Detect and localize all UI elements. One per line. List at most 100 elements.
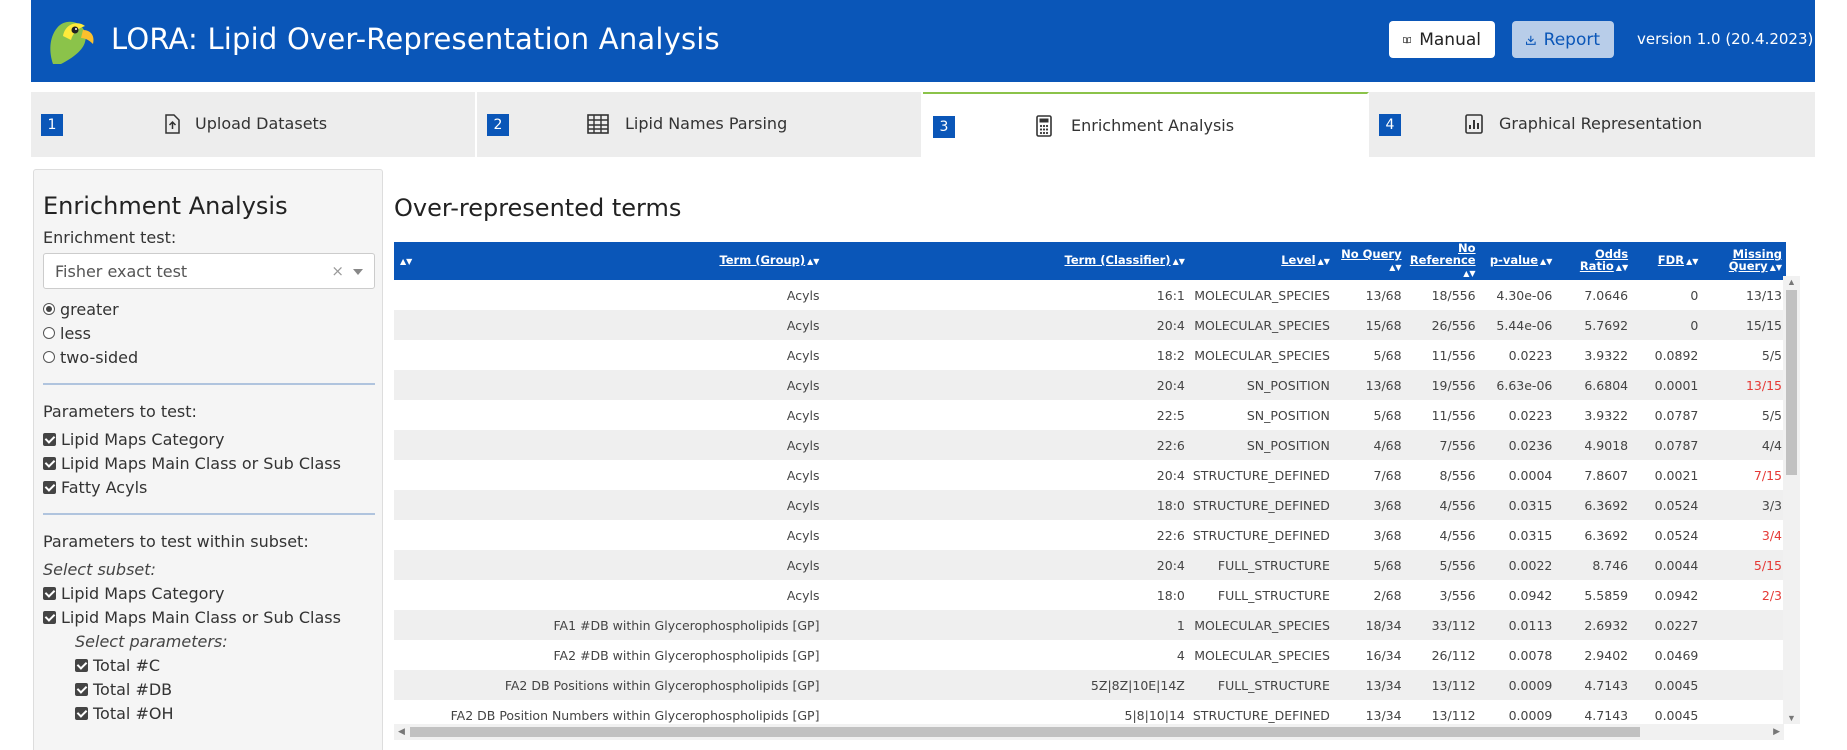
table-row[interactable]: Acyls 20:4 FULL_STRUCTURE 5/68 5/556 0.0022 8.… xyxy=(394,550,1786,580)
table-row[interactable]: Acyls 16:1 MOLECULAR_SPECIES 13/68 18/556 4.3… xyxy=(394,280,1786,310)
cell-term-group: Acyls xyxy=(786,317,820,333)
checkbox-checked-icon[interactable] xyxy=(75,706,88,720)
cell-missing-query: 3/3 xyxy=(1761,497,1782,513)
table-row[interactable]: Acyls 18:0 FULL_STRUCTURE 2/68 3/556 0.0942 5.… xyxy=(394,580,1786,610)
tab-label: Upload Datasets xyxy=(195,114,328,133)
col-header-no-query[interactable]: No Query▲▼ xyxy=(1334,242,1406,280)
col-header-p-value[interactable]: p-value ▲▼ xyxy=(1480,242,1557,280)
checkbox-checked-icon[interactable] xyxy=(75,658,88,672)
col-header-term-classifier[interactable]: Term (Classifier) ▲▼ xyxy=(823,242,1188,280)
checkbox-lipid-maps-class[interactable]: Lipid Maps Main Class or Sub Class xyxy=(43,451,373,475)
table-row[interactable]: Acyls 22:5 SN_POSITION 5/68 11/556 0.0223 3.93… xyxy=(394,400,1786,430)
sort-icon[interactable]: ▲▼ xyxy=(1540,256,1552,268)
tab-upload-datasets[interactable]: 1 Upload Datasets xyxy=(31,92,477,157)
cell-level: STRUCTURE_DEFINED xyxy=(1192,467,1330,483)
col-header-label: Term (Group) xyxy=(719,253,806,267)
cell-level: MOLECULAR_SPECIES xyxy=(1194,347,1330,363)
scrollbar-thumb[interactable] xyxy=(1786,290,1797,475)
cell-no-query: 5/68 xyxy=(1373,347,1402,363)
radio-icon[interactable] xyxy=(43,327,55,339)
cell-term-classifier: 20:4 xyxy=(1156,557,1185,573)
radio-two-sided[interactable]: two-sided xyxy=(43,345,373,369)
checkbox-checked-icon[interactable] xyxy=(43,456,56,470)
sort-icon[interactable]: ▲▼ xyxy=(1463,268,1475,280)
sort-icon[interactable]: ▲▼ xyxy=(1616,262,1628,274)
vertical-scrollbar[interactable]: ▲ ▼ xyxy=(1783,276,1800,724)
col-header-odds-ratio[interactable]: Odds Ratio ▲▼ xyxy=(1556,242,1632,280)
table-row[interactable]: Acyls 22:6 SN_POSITION 4/68 7/556 0.0236 4.901… xyxy=(394,430,1786,460)
scroll-left-icon[interactable]: ◀ xyxy=(398,726,405,737)
cell-no-query: 3/68 xyxy=(1373,527,1402,543)
cell-no-reference: 26/556 xyxy=(1431,317,1476,333)
sort-icon[interactable]: ▲▼ xyxy=(1318,256,1330,268)
cell-no-query: 15/68 xyxy=(1365,317,1402,333)
sort-icon[interactable]: ▲▼ xyxy=(1686,256,1698,268)
chevron-down-icon[interactable] xyxy=(353,269,363,275)
table-row[interactable]: FA2 #DB within Glycerophospholipids [GP]… xyxy=(394,640,1786,670)
checkbox-subset-class[interactable]: Lipid Maps Main Class or Sub Class xyxy=(43,605,373,629)
cell-p-value: 0.0236 xyxy=(1508,437,1553,453)
cell-odds-ratio: 6.6804 xyxy=(1584,377,1629,393)
checkbox-checked-icon[interactable] xyxy=(75,682,88,696)
col-header-missing-query[interactable]: Missing Query ▲▼ xyxy=(1702,242,1786,280)
table-row[interactable]: Acyls 18:0 STRUCTURE_DEFINED 3/68 4/556 0.031… xyxy=(394,490,1786,520)
sort-icon[interactable]: ▲▼ xyxy=(807,256,819,268)
table-row[interactable]: FA2 DB Positions within Glycerophospholi… xyxy=(394,670,1786,700)
sort-icon[interactable]: ▲▼ xyxy=(1173,256,1185,268)
checkbox-total-db[interactable]: Total #DB xyxy=(75,677,373,701)
cell-level: SN_POSITION xyxy=(1246,407,1330,423)
tab-number: 2 xyxy=(487,114,509,136)
cell-p-value: 0.0223 xyxy=(1508,407,1553,423)
radio-less[interactable]: less xyxy=(43,321,373,345)
tab-lipid-names-parsing[interactable]: 2 Lipid Names Parsing xyxy=(477,92,923,157)
tab-enrichment-analysis[interactable]: 3 Enrichment Analysis xyxy=(923,92,1369,157)
scroll-down-icon[interactable]: ▼ xyxy=(1787,713,1796,723)
enrichment-test-select[interactable]: Fisher exact test × xyxy=(43,253,375,289)
table-row[interactable]: FA1 #DB within Glycerophospholipids [GP]… xyxy=(394,610,1786,640)
app-header: LORA: Lipid Over-Representation Analysis… xyxy=(31,0,1815,82)
col-header-term-group[interactable]: Term (Group) ▲▼ xyxy=(416,242,823,280)
scroll-up-icon[interactable]: ▲ xyxy=(1787,277,1796,287)
report-button[interactable]: Report xyxy=(1512,21,1614,58)
cell-term-classifier: 22:6 xyxy=(1156,527,1185,543)
sort-icon[interactable]: ▲▼ xyxy=(1770,262,1782,274)
checkbox-subset-category[interactable]: Lipid Maps Category xyxy=(43,581,373,605)
table-row[interactable]: Acyls 18:2 MOLECULAR_SPECIES 5/68 11/556 0.02… xyxy=(394,340,1786,370)
table-row[interactable]: Acyls 20:4 SN_POSITION 13/68 19/556 6.63e-06 6… xyxy=(394,370,1786,400)
checkbox-checked-icon[interactable] xyxy=(43,432,56,446)
select-params-label: Select parameters: xyxy=(75,631,228,651)
tab-number: 4 xyxy=(1379,114,1401,136)
scroll-right-icon[interactable]: ▶ xyxy=(1773,726,1780,737)
col-header-fdr[interactable]: FDR ▲▼ xyxy=(1632,242,1702,280)
radio-greater[interactable]: greater xyxy=(43,297,373,321)
horizontal-scrollbar[interactable]: ◀ ▶ xyxy=(394,724,1784,740)
checkbox-lipid-maps-category[interactable]: Lipid Maps Category xyxy=(43,427,373,451)
tab-graphical-representation[interactable]: 4 Graphical Representation xyxy=(1369,92,1815,157)
checkbox-fatty-acyls[interactable]: Fatty Acyls xyxy=(43,475,373,499)
checkbox-checked-icon[interactable] xyxy=(43,586,56,600)
radio-icon[interactable] xyxy=(43,351,55,363)
scrollbar-thumb[interactable] xyxy=(410,727,1640,737)
checkbox-total-c[interactable]: Total #C xyxy=(75,653,373,677)
col-header-label: FDR xyxy=(1657,253,1685,267)
cell-fdr: 0.0524 xyxy=(1654,527,1699,543)
col-index-header[interactable]: ▲▼ xyxy=(394,242,416,280)
cell-no-query: 4/68 xyxy=(1373,437,1402,453)
checkbox-checked-icon[interactable] xyxy=(43,480,56,494)
sort-icon[interactable]: ▲▼ xyxy=(400,256,412,268)
checkbox-total-oh[interactable]: Total #OH xyxy=(75,701,373,725)
table-row[interactable]: Acyls 20:4 STRUCTURE_DEFINED 7/68 8/556 0.000… xyxy=(394,460,1786,490)
checkbox-checked-icon[interactable] xyxy=(43,610,56,624)
cell-no-reference: 4/556 xyxy=(1439,497,1476,513)
radio-selected-icon[interactable] xyxy=(43,303,55,315)
col-header-level[interactable]: Level ▲▼ xyxy=(1189,242,1334,280)
tab-label: Lipid Names Parsing xyxy=(625,114,788,133)
clear-icon[interactable]: × xyxy=(331,262,344,280)
manual-button[interactable]: Manual xyxy=(1389,21,1495,58)
table-row[interactable]: Acyls 22:6 STRUCTURE_DEFINED 3/68 4/556 0.031… xyxy=(394,520,1786,550)
sort-icon[interactable]: ▲▼ xyxy=(1389,262,1401,274)
col-header-no-reference[interactable]: No Reference▲▼ xyxy=(1406,242,1480,280)
table-row[interactable]: Acyls 20:4 MOLECULAR_SPECIES 15/68 26/556 5.4… xyxy=(394,310,1786,340)
cell-term-group: Acyls xyxy=(786,587,820,603)
cell-index xyxy=(394,610,416,640)
